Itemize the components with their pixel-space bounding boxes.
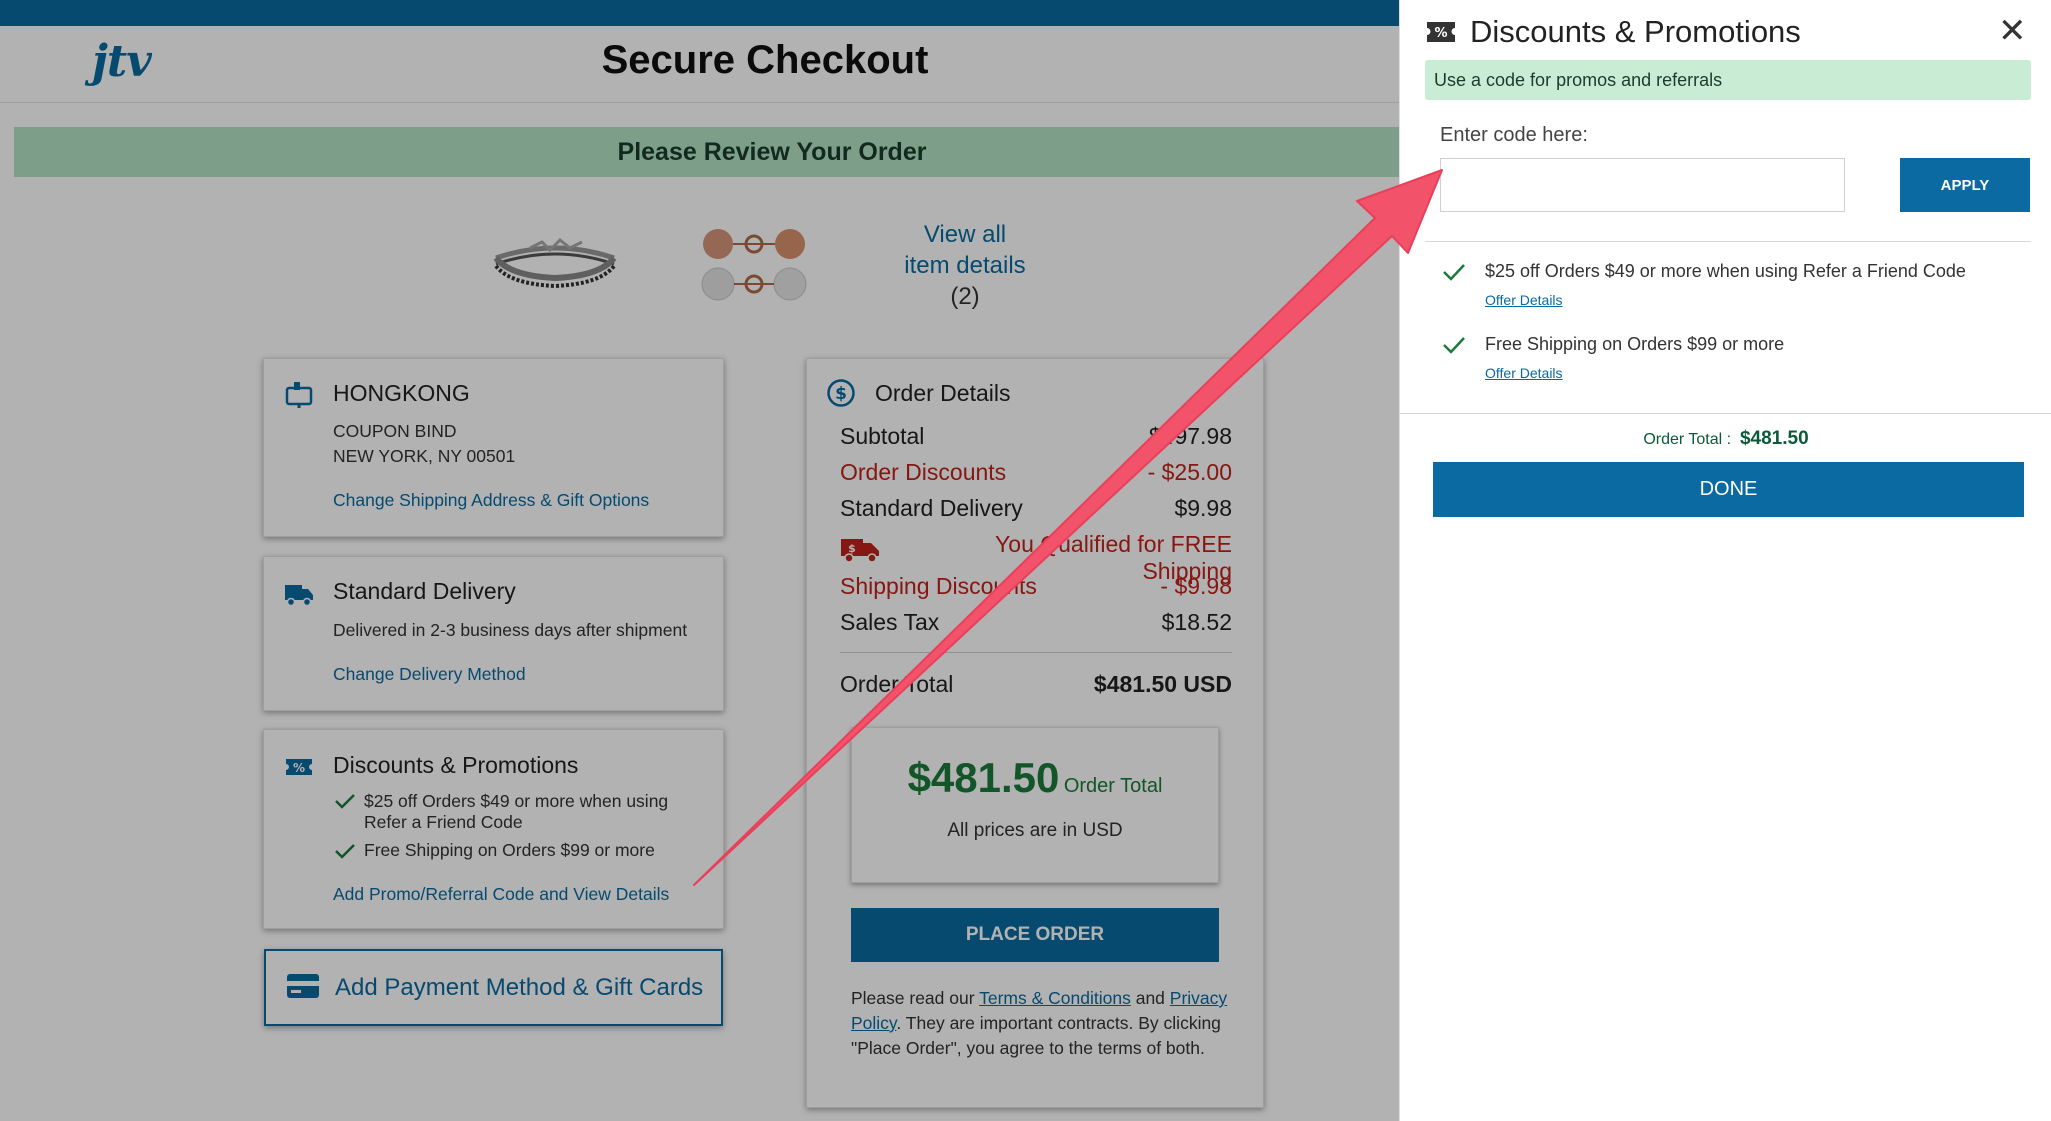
offer1-text: $25 off Orders $49 or more when using Re… <box>1485 261 1966 281</box>
panel-title: Discounts & Promotions <box>1470 14 1801 49</box>
checkout-page: jtv Secure Checkout Please Review Your O… <box>0 0 1400 1121</box>
check-icon <box>1443 264 1465 281</box>
check-icon <box>1443 337 1465 354</box>
panel-order-total: Order Total : $481.50 <box>1400 428 2051 450</box>
offer2-details-link[interactable]: Offer Details <box>1485 365 1563 381</box>
discounts-panel: % Discounts & Promotions ✕ Use a code fo… <box>1399 0 2051 1121</box>
panel-banner: Use a code for promos and referrals <box>1425 60 2031 100</box>
modal-overlay[interactable] <box>0 0 1400 1121</box>
panel-total-label: Order Total : <box>1643 431 1732 448</box>
promo-code-input[interactable] <box>1440 158 1845 212</box>
offer2-text: Free Shipping on Orders $99 or more <box>1485 334 1785 354</box>
code-input-label: Enter code here: <box>1440 124 1588 146</box>
divider <box>1400 413 2051 414</box>
apply-button[interactable]: APPLY <box>1900 158 2030 212</box>
offer1-details-link[interactable]: Offer Details <box>1485 292 1563 308</box>
svg-text:%: % <box>1434 26 1447 41</box>
divider <box>1425 241 2031 242</box>
done-button[interactable]: DONE <box>1433 462 2024 517</box>
panel-total-value: $481.50 <box>1739 428 1809 449</box>
coupon-icon: % <box>1427 22 1455 42</box>
close-icon[interactable]: ✕ <box>1998 14 2027 48</box>
